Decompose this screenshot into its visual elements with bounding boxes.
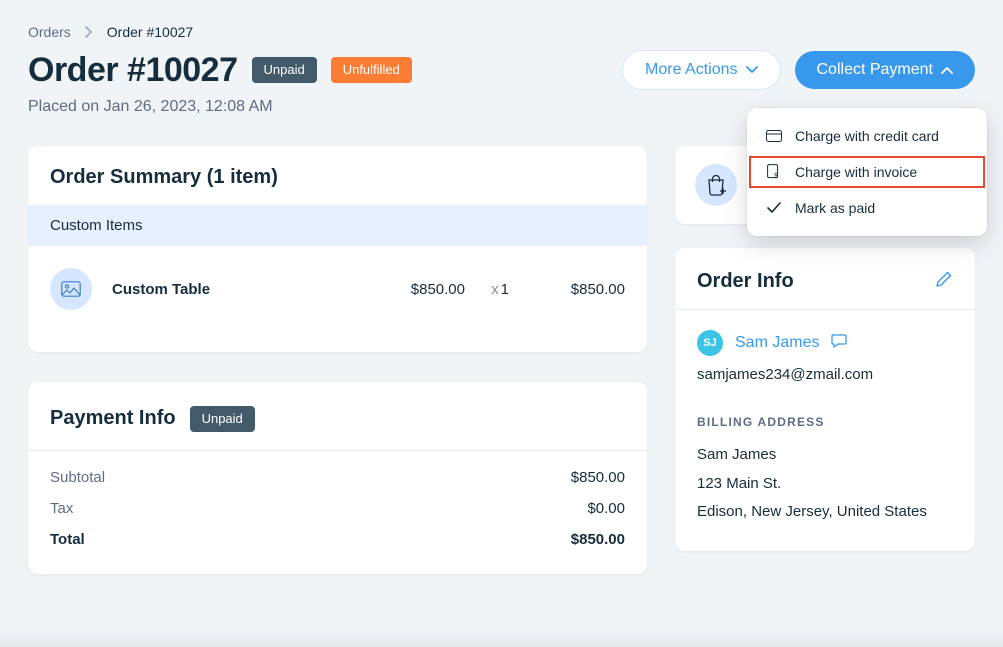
- payment-status-badge: Unpaid: [190, 406, 255, 432]
- order-summary-card: Order Summary (1 item) Custom Items Cust…: [28, 146, 647, 352]
- credit-card-icon: [765, 130, 783, 142]
- billing-name: Sam James: [697, 441, 953, 470]
- page-bottom-shadow: [0, 629, 1003, 647]
- item-line-total: $850.00: [535, 281, 625, 298]
- billing-address-label: BILLING ADDRESS: [697, 415, 953, 429]
- tax-label: Tax: [50, 500, 73, 517]
- more-actions-button[interactable]: More Actions: [622, 50, 780, 90]
- total-row: Total $850.00: [50, 531, 625, 548]
- chevron-down-icon: [746, 66, 758, 74]
- tax-row: Tax $0.00: [50, 500, 625, 517]
- collect-payment-button[interactable]: Collect Payment: [795, 51, 976, 89]
- menu-item-invoice[interactable]: $ Charge with invoice: [747, 154, 987, 190]
- item-thumbnail: [50, 268, 92, 310]
- breadcrumb-root[interactable]: Orders: [28, 24, 71, 40]
- order-info-title: Order Info: [697, 270, 794, 293]
- total-label: Total: [50, 531, 85, 548]
- page-title: Order #10027: [28, 51, 238, 90]
- image-icon: [61, 281, 81, 297]
- order-summary-title: Order Summary (1 item): [28, 146, 647, 205]
- menu-item-label: Charge with credit card: [795, 128, 939, 144]
- item-name: Custom Table: [112, 281, 365, 298]
- total-value: $850.00: [571, 531, 625, 548]
- customer-name-link[interactable]: Sam James: [735, 334, 819, 352]
- order-summary-subhead: Custom Items: [28, 205, 647, 246]
- invoice-icon: $: [765, 164, 783, 180]
- line-item: Custom Table $850.00 x1 $850.00: [28, 246, 647, 332]
- menu-item-mark-paid[interactable]: Mark as paid: [747, 190, 987, 226]
- billing-street: 123 Main St.: [697, 470, 953, 499]
- chevron-right-icon: [85, 26, 93, 38]
- customer-email: samjames234@zmail.com: [697, 366, 953, 383]
- status-badge-unfulfilled: Unfulfilled: [331, 57, 412, 83]
- menu-item-credit-card[interactable]: Charge with credit card: [747, 118, 987, 154]
- payment-info-card: Payment Info Unpaid Subtotal $850.00 Tax…: [28, 382, 647, 574]
- subtotal-label: Subtotal: [50, 469, 105, 486]
- collect-payment-menu: Charge with credit card $ Charge with in…: [747, 108, 987, 236]
- breadcrumb-current: Order #10027: [107, 24, 193, 40]
- shopping-bag-add-icon[interactable]: [695, 164, 737, 206]
- order-info-card: Order Info SJ Sam James samjames234@zmai…: [675, 248, 975, 551]
- status-badge-unpaid: Unpaid: [252, 57, 317, 83]
- menu-item-label: Mark as paid: [795, 200, 875, 216]
- subtotal-value: $850.00: [571, 469, 625, 486]
- chat-icon[interactable]: [831, 333, 847, 353]
- avatar: SJ: [697, 330, 723, 356]
- item-quantity: x1: [485, 281, 515, 298]
- subtotal-row: Subtotal $850.00: [50, 469, 625, 486]
- billing-city: Edison, New Jersey, United States: [697, 498, 953, 527]
- check-icon: [765, 202, 783, 214]
- payment-info-title: Payment Info: [50, 407, 176, 430]
- collect-payment-label: Collect Payment: [817, 61, 934, 79]
- svg-text:$: $: [774, 173, 778, 180]
- breadcrumb: Orders Order #10027: [28, 24, 975, 40]
- edit-icon[interactable]: [935, 270, 953, 293]
- menu-item-label: Charge with invoice: [795, 164, 917, 180]
- tax-value: $0.00: [587, 500, 625, 517]
- item-unit-price: $850.00: [385, 281, 465, 298]
- more-actions-label: More Actions: [645, 61, 737, 79]
- chevron-up-icon: [941, 66, 953, 74]
